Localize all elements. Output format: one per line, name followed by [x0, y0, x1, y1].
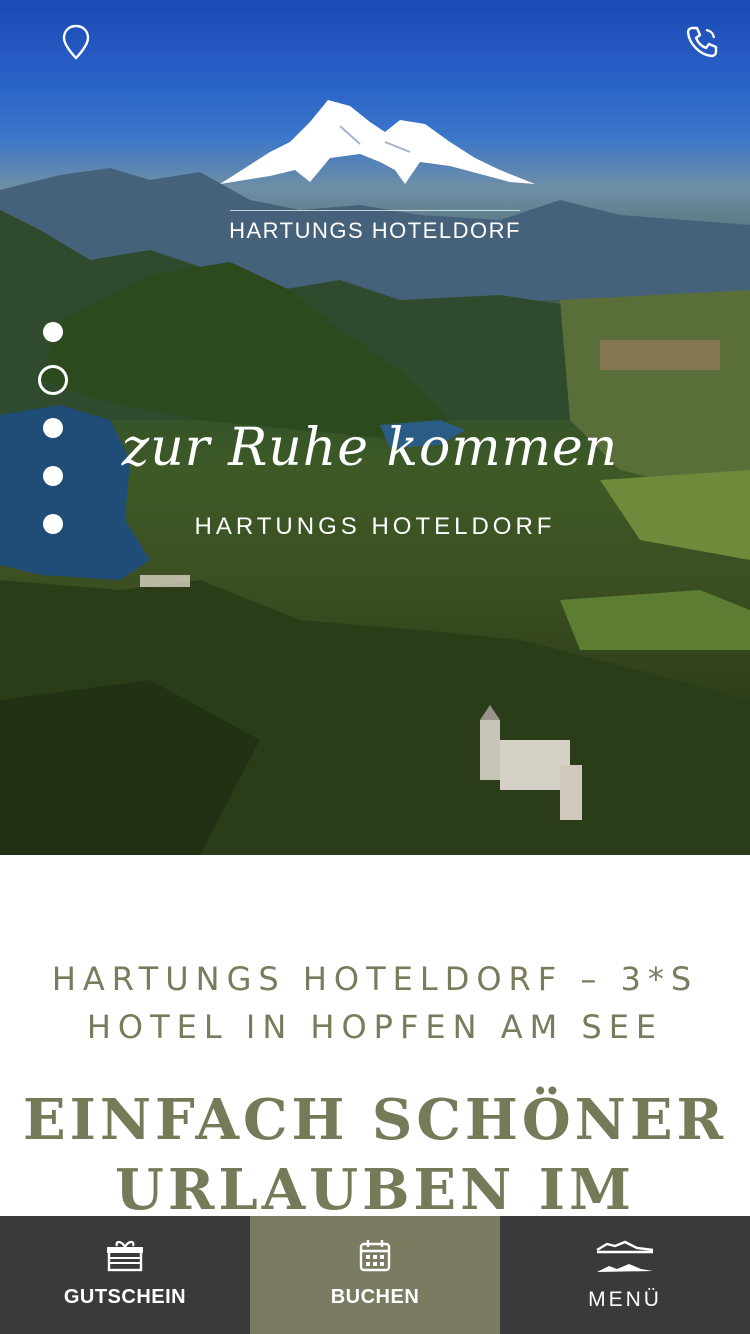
- intro-line-2: HOTEL IN HOPFEN AM SEE: [86, 1008, 664, 1046]
- slide-dot-1[interactable]: [43, 322, 63, 342]
- phone-icon[interactable]: [682, 22, 722, 62]
- hotel-logo[interactable]: HARTUNGS HOTELDORF: [210, 92, 540, 252]
- intro-line-1: HARTUNGS HOTELDORF – 3*S: [51, 960, 699, 998]
- hero-tagline: zur Ruhe kommen: [121, 418, 619, 478]
- hero-section: HARTUNGS HOTELDORF zur Ruhe kommen HARTU…: [0, 0, 750, 855]
- voucher-button[interactable]: GUTSCHEIN: [0, 1216, 250, 1334]
- mountain-menu-icon: [500, 1238, 750, 1278]
- intro-heading: HARTUNGS HOTELDORF – 3*S HOTEL IN HOPFEN…: [0, 955, 750, 1051]
- slide-dot-2-active[interactable]: [38, 365, 68, 395]
- book-label: BUCHEN: [330, 1286, 420, 1308]
- headline-line-1: EINFACH SCHÖNER: [22, 1087, 728, 1153]
- menu-label: MENÜ: [588, 1288, 662, 1311]
- calendar-icon: [250, 1238, 500, 1278]
- map-pin-icon[interactable]: [56, 22, 96, 62]
- book-button[interactable]: BUCHEN: [250, 1216, 500, 1334]
- menu-button[interactable]: MENÜ: [500, 1216, 750, 1334]
- logo-divider: [230, 210, 520, 211]
- mountain-logo-icon: [220, 100, 535, 184]
- slide-dot-3[interactable]: [43, 418, 63, 438]
- page-headline: EINFACH SCHÖNER URLAUBEN IM: [0, 1085, 750, 1225]
- voucher-label: GUTSCHEIN: [63, 1286, 187, 1308]
- hero-subtitle: HARTUNGS HOTELDORF: [194, 513, 556, 540]
- slide-dot-4[interactable]: [43, 466, 63, 486]
- logo-text: HARTUNGS HOTELDORF: [229, 218, 521, 243]
- headline-line-2: URLAUBEN IM: [115, 1157, 635, 1223]
- gift-icon: [0, 1238, 250, 1278]
- bottom-navigation: GUTSCHEIN BUCHEN MENÜ: [0, 1216, 750, 1334]
- slide-dot-5[interactable]: [43, 514, 63, 534]
